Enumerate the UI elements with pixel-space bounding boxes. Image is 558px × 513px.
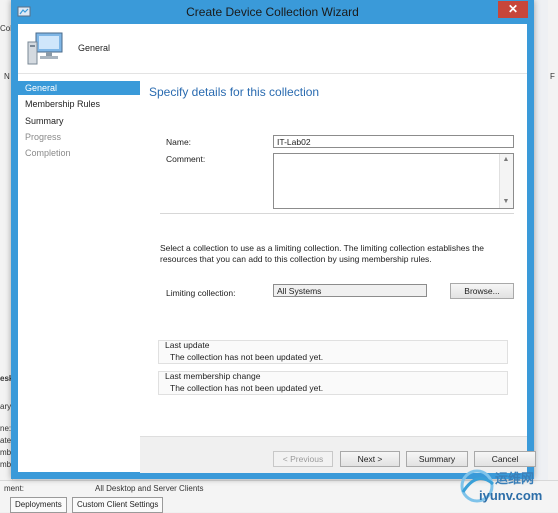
wizard-navigation: General Membership Rules Summary Progres…: [18, 74, 140, 472]
content-heading: Specify details for this collection: [149, 85, 320, 99]
comment-scrollbar[interactable]: ▲ ▼: [499, 154, 513, 208]
limiting-collection-field: All Systems: [273, 284, 427, 297]
close-button[interactable]: ✕: [498, 1, 528, 18]
watermark-text-en: iyunv.com: [479, 488, 543, 503]
window-title: Create Device Collection Wizard: [186, 5, 359, 19]
wizard-content: Specify details for this collection Name…: [140, 74, 527, 436]
console-text-fragment: ate: [0, 436, 12, 445]
watermark: 运维网 iyunv.com: [455, 464, 555, 508]
wizard-client-area: General General Membership Rules Summary…: [18, 24, 536, 473]
nav-item-membership-rules[interactable]: Membership Rules: [18, 97, 140, 111]
comment-textarea[interactable]: ▲ ▼: [273, 153, 514, 209]
limiting-description: Select a collection to use as a limiting…: [160, 243, 484, 264]
nav-item-progress: Progress: [25, 132, 62, 142]
last-membership-title: Last membership change: [165, 371, 261, 381]
wizard-header: General: [18, 24, 527, 74]
last-membership-group: Last membership change The collection ha…: [158, 371, 508, 395]
console-text-fragment: ary: [0, 402, 12, 411]
details-value: All Desktop and Server Clients: [95, 484, 204, 493]
last-update-group: Last update The collection has not been …: [158, 340, 508, 364]
comment-label: Comment:: [166, 154, 206, 164]
computer-icon: [27, 32, 63, 65]
limiting-collection-label: Limiting collection:: [166, 288, 236, 298]
last-membership-text: The collection has not been updated yet.: [170, 383, 324, 393]
scroll-down-icon[interactable]: ▼: [500, 196, 512, 208]
previous-button[interactable]: < Previous: [273, 451, 333, 467]
name-label: Name:: [166, 137, 192, 147]
next-button[interactable]: Next >: [340, 451, 400, 467]
console-text-fragment: ne:: [0, 424, 12, 433]
wizard-window: Create Device Collection Wizard ✕ Genera…: [11, 0, 536, 479]
details-label: ment:: [4, 484, 25, 493]
divider: [160, 213, 514, 214]
name-input[interactable]: IT-Lab02: [273, 135, 514, 148]
nav-item-general[interactable]: General: [18, 81, 140, 95]
browse-button[interactable]: Browse...: [450, 283, 514, 299]
last-update-text: The collection has not been updated yet.: [170, 352, 324, 362]
nav-item-completion: Completion: [25, 148, 71, 158]
watermark-text-cn: 运维网: [495, 471, 535, 486]
page-title: General: [78, 43, 111, 53]
scroll-up-icon[interactable]: ▲: [500, 154, 512, 166]
nav-item-summary[interactable]: Summary: [18, 114, 140, 128]
console-text-fragment: N: [4, 72, 10, 81]
title-bar[interactable]: Create Device Collection Wizard ✕: [11, 0, 534, 24]
last-update-title: Last update: [165, 340, 210, 350]
console-text-fragment: F: [550, 72, 555, 81]
